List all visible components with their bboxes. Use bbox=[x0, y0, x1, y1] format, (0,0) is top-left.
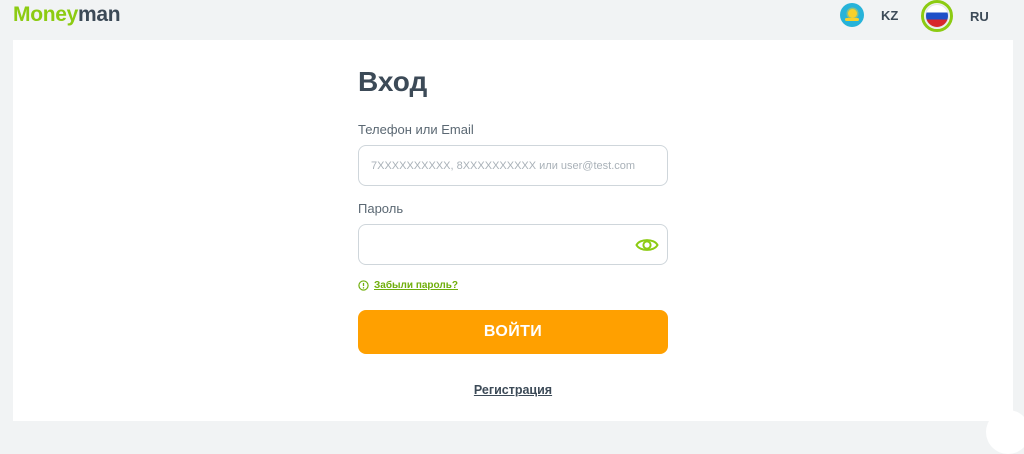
language-label-ru: RU bbox=[970, 8, 989, 24]
register-link[interactable]: Регистрация bbox=[358, 383, 668, 397]
forgot-password-link[interactable]: Забыли пароль? bbox=[374, 280, 458, 291]
language-label-kz: KZ bbox=[881, 7, 899, 23]
logo-text-money: Money bbox=[13, 3, 79, 26]
kazakhstan-flag-icon bbox=[840, 3, 864, 27]
moneyman-logo[interactable]: Moneyman bbox=[13, 3, 121, 27]
login-card: Вход Телефон или Email Пароль Забыли пар… bbox=[13, 40, 1013, 421]
info-circle-icon bbox=[358, 280, 369, 291]
login-field-label: Телефон или Email bbox=[358, 122, 474, 137]
password-input[interactable] bbox=[371, 225, 641, 264]
password-field-label: Пароль bbox=[358, 201, 404, 216]
language-option-kz[interactable]: KZ bbox=[840, 3, 898, 27]
page-title: Вход bbox=[358, 66, 428, 97]
phone-or-email-input[interactable] bbox=[371, 146, 641, 185]
forgot-password: Забыли пароль? bbox=[358, 280, 458, 291]
header: Moneyman KZ RU bbox=[0, 0, 1024, 40]
selected-language-ring bbox=[921, 0, 953, 32]
eye-icon[interactable] bbox=[635, 234, 659, 256]
russia-flag-icon bbox=[925, 4, 949, 28]
password-input-box[interactable] bbox=[358, 224, 668, 265]
logo-text-man: man bbox=[78, 3, 121, 26]
login-submit-button[interactable]: ВОЙТИ bbox=[358, 310, 668, 354]
language-option-ru[interactable]: RU bbox=[921, 0, 989, 32]
corner-widget[interactable] bbox=[986, 410, 1024, 454]
login-input-box[interactable] bbox=[358, 145, 668, 186]
